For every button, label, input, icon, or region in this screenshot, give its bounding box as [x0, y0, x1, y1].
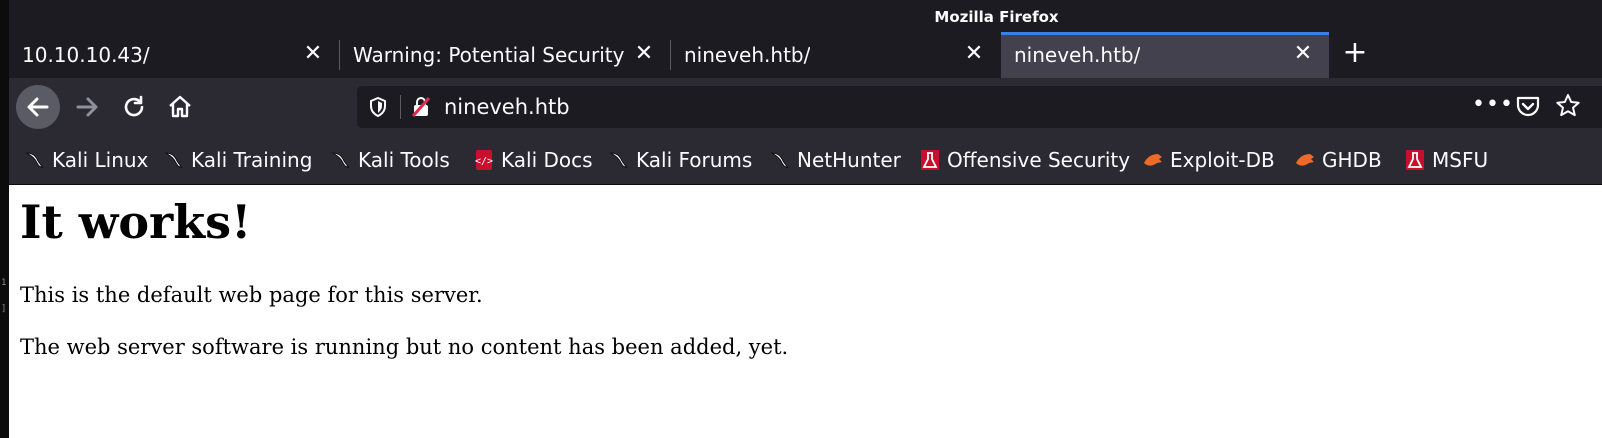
bookmarks-toolbar: Kali Linux Kali Training Kali Tools </> … — [9, 136, 1602, 185]
url-text: nineveh.htb — [444, 95, 570, 119]
desktop-edge: 1 ] — [0, 0, 9, 438]
home-icon — [169, 95, 191, 118]
pocket-icon[interactable] — [1515, 94, 1541, 122]
back-button[interactable] — [16, 85, 60, 129]
bookmark-kali-training[interactable]: Kali Training — [163, 147, 312, 173]
firefox-window: Mozilla Firefox 10.10.10.43/ ✕ Warning: … — [9, 0, 1602, 438]
svg-text:</>: </> — [475, 156, 493, 167]
exploit-db-icon — [1142, 149, 1164, 171]
edge-mark: ] — [1, 304, 7, 314]
tab-10-10-10-43[interactable]: 10.10.10.43/ ✕ — [9, 32, 339, 78]
bookmark-label: Kali Linux — [52, 148, 149, 172]
bookmark-label: GHDB — [1322, 148, 1382, 172]
kali-dragon-icon — [608, 149, 630, 171]
title-bar: Mozilla Firefox — [9, 0, 1602, 32]
kali-dragon-icon — [330, 149, 352, 171]
navigation-toolbar: nineveh.htb ••• — [9, 78, 1602, 136]
bookmark-msfu[interactable]: MSFU — [1404, 147, 1488, 173]
close-icon[interactable]: ✕ — [960, 40, 988, 68]
bookmark-kali-linux[interactable]: Kali Linux — [24, 147, 148, 173]
kali-dragon-icon — [163, 149, 185, 171]
home-button[interactable] — [158, 85, 202, 129]
bookmark-ghdb[interactable]: GHDB — [1294, 147, 1382, 173]
tab-label: nineveh.htb/ — [1014, 43, 1141, 67]
kali-dragon-icon — [769, 149, 791, 171]
ghdb-icon — [1294, 149, 1316, 171]
tab-label: nineveh.htb/ — [684, 43, 811, 67]
bookmark-label: Offensive Security — [947, 148, 1131, 172]
tab-label: 10.10.10.43/ — [22, 43, 150, 67]
bookmark-nethunter[interactable]: NetHunter — [769, 147, 901, 173]
tracking-protection-shield-icon[interactable] — [368, 96, 388, 122]
kali-dragon-icon — [24, 149, 46, 171]
window-title: Mozilla Firefox — [934, 8, 1059, 26]
close-icon[interactable]: ✕ — [630, 40, 658, 68]
insecure-connection-lock-icon[interactable] — [410, 96, 432, 122]
bookmark-kali-forums[interactable]: Kali Forums — [608, 147, 752, 173]
close-icon[interactable]: ✕ — [299, 40, 327, 68]
new-tab-button[interactable]: + — [1339, 38, 1371, 70]
bookmark-exploit-db[interactable]: Exploit-DB — [1142, 147, 1275, 173]
url-bar[interactable]: nineveh.htb ••• — [357, 86, 1602, 128]
offsec-icon — [919, 149, 941, 171]
tab-nineveh[interactable]: nineveh.htb/ ✕ — [671, 32, 1001, 78]
url-bar-separator — [400, 95, 401, 119]
bookmark-label: Kali Training — [191, 148, 313, 172]
bookmark-label: Exploit-DB — [1170, 148, 1275, 172]
page-paragraph: The web server software is running but n… — [20, 335, 789, 359]
reload-button[interactable] — [112, 85, 156, 129]
page-paragraph: This is the default web page for this se… — [20, 283, 483, 307]
close-icon[interactable]: ✕ — [1289, 40, 1317, 68]
bookmark-label: Kali Docs — [501, 148, 593, 172]
page-content: It works! This is the default web page f… — [9, 185, 1602, 438]
forward-button[interactable] — [65, 85, 109, 129]
kali-docs-icon: </> — [473, 149, 495, 171]
tab-label: Warning: Potential Security Risk Ahead — [353, 43, 630, 67]
offsec-icon — [1404, 149, 1426, 171]
tab-nineveh-active[interactable]: nineveh.htb/ ✕ — [1001, 32, 1329, 78]
bookmark-kali-docs[interactable]: </> Kali Docs — [473, 147, 593, 173]
page-heading: It works! — [20, 195, 252, 249]
bookmark-label: NetHunter — [797, 148, 901, 172]
page-actions-menu-icon[interactable]: ••• — [1472, 92, 1514, 117]
tab-strip: 10.10.10.43/ ✕ Warning: Potential Securi… — [9, 32, 1602, 78]
bookmark-label: Kali Tools — [358, 148, 450, 172]
bookmark-label: Kali Forums — [636, 148, 753, 172]
bookmark-label: MSFU — [1432, 148, 1489, 172]
bookmark-kali-tools[interactable]: Kali Tools — [330, 147, 450, 173]
back-arrow-icon — [27, 97, 49, 117]
forward-arrow-icon — [76, 97, 98, 117]
edge-mark: 1 — [1, 278, 7, 288]
bookmark-star-icon[interactable] — [1555, 93, 1581, 123]
reload-icon — [124, 95, 144, 117]
bookmark-offensive-security[interactable]: Offensive Security — [919, 147, 1130, 173]
tab-security-warning[interactable]: Warning: Potential Security Risk Ahead ✕ — [340, 32, 670, 78]
